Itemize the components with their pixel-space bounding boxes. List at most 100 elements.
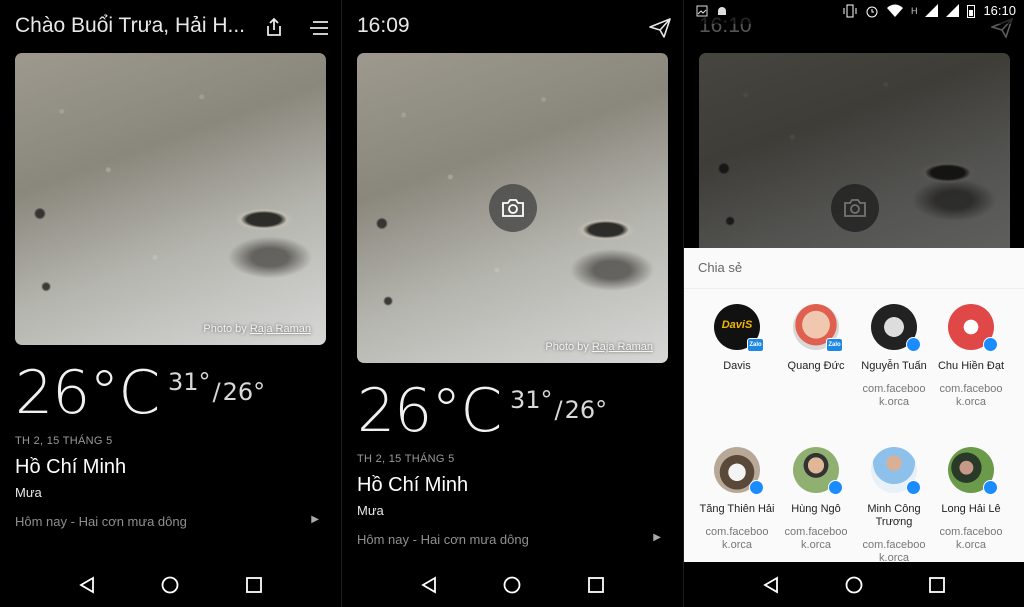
back-icon[interactable] [419, 575, 439, 595]
photo-author-link[interactable]: Raja Raman [592, 341, 653, 353]
forecast-text: Hôm nay - Hai cơn mưa dông [15, 514, 187, 529]
share-target-name: Chu Hiền Đạt [937, 360, 1005, 372]
share-target[interactable]: Hùng Ngô com.faceboo k.orca [774, 447, 858, 552]
camera-icon [501, 199, 524, 217]
share-target[interactable]: Zalo Quang Đức [774, 304, 858, 373]
recents-icon[interactable] [927, 575, 947, 595]
camera-icon [843, 199, 866, 217]
send-button[interactable] [647, 15, 673, 41]
photo-credit: Photo by Raja Raman [545, 341, 653, 353]
high-low-temperature: 31°/26° [168, 368, 265, 406]
status-time: 16:10 [983, 3, 1016, 18]
system-navbar [684, 562, 1024, 607]
forecast-row[interactable]: Hôm nay - Hai cơn mưa dông ▶ [357, 532, 668, 547]
sheet-divider [684, 288, 1024, 289]
chevron-right-icon: ▶ [653, 532, 661, 543]
recents-icon[interactable] [244, 575, 264, 595]
current-temperature: 26°C [357, 376, 502, 446]
gallery-icon [696, 5, 708, 17]
avatar [714, 447, 764, 495]
share-sheet-panel: 16:10 H 16:10 Chia sẻ DaviS Zalo Davis Z… [684, 0, 1024, 607]
home-icon[interactable] [844, 575, 864, 595]
share-target[interactable]: Minh Công Trương com.faceboo k.orca [852, 447, 936, 565]
share-target-package: com.faceboo k.orca [939, 526, 1003, 551]
current-temperature: 26°C [15, 358, 160, 428]
share-sheet-title: Chia sẻ [698, 260, 743, 275]
android-icon [718, 7, 726, 15]
messenger-badge-icon [906, 337, 921, 352]
low-temperature: 26° [564, 396, 608, 424]
city-name: Hồ Chí Minh [15, 456, 127, 478]
share-target[interactable]: Nguyễn Tuấn com.faceboo k.orca [852, 304, 936, 409]
date-label: TH 2, 15 THÁNG 5 [357, 453, 455, 465]
weather-condition: Mưa [357, 503, 384, 518]
share-target[interactable]: Chu Hiền Đạt com.faceboo k.orca [929, 304, 1013, 409]
forecast-row[interactable]: Hôm nay - Hai cơn mưa dông ▶ [15, 514, 326, 529]
photo-author-link[interactable]: Raja Raman [250, 323, 311, 335]
back-icon[interactable] [77, 575, 97, 595]
share-target[interactable]: DaviS Zalo Davis [695, 304, 779, 373]
recents-icon[interactable] [586, 575, 606, 595]
separator: / [212, 378, 221, 406]
camera-button[interactable] [488, 184, 537, 232]
messenger-badge-icon [983, 480, 998, 495]
system-navbar [342, 562, 683, 607]
share-target[interactable]: Tăng Thiên Hải com.faceboo k.orca [695, 447, 779, 552]
avatar-logo-text: DaviS [721, 319, 753, 331]
share-target-name: Tăng Thiên Hải [699, 503, 775, 515]
share-target-name: Hùng Ngô [791, 503, 841, 515]
share-button[interactable] [261, 14, 287, 40]
weather-photo [699, 53, 1010, 263]
camera-button [830, 184, 879, 232]
network-type: H [910, 5, 918, 16]
chevron-right-icon: ▶ [311, 514, 319, 525]
avatar: Zalo [793, 304, 843, 352]
avatar [871, 304, 921, 352]
home-icon[interactable] [502, 575, 522, 595]
weather-photo[interactable]: Photo by Raja Raman [357, 53, 668, 363]
battery-icon [967, 4, 976, 18]
high-temperature: 31° [168, 368, 211, 396]
messenger-badge-icon [828, 480, 843, 495]
photo-credit-prefix: Photo by [203, 323, 247, 335]
avatar [948, 304, 998, 352]
menu-button[interactable] [306, 15, 332, 41]
wifi-icon [886, 4, 903, 17]
share-icon [267, 17, 281, 36]
weather-panel-share: 16:09 Photo by Raja Raman 26°C 31°/26° T… [342, 0, 683, 607]
messenger-badge-icon [906, 480, 921, 495]
vibrate-icon [843, 4, 857, 17]
avatar [793, 447, 843, 495]
share-target-name: Long Hải Lê [941, 503, 1001, 515]
share-target[interactable]: Long Hải Lê com.faceboo k.orca [929, 447, 1013, 552]
city-name: Hồ Chí Minh [357, 474, 469, 496]
share-target-name: Nguyễn Tuấn [861, 360, 927, 372]
alarm-icon [866, 6, 878, 17]
share-target-name: Davis [723, 360, 751, 372]
status-bar: H 16:10 [684, 0, 1024, 24]
avatar: DaviS Zalo [714, 304, 764, 352]
zalo-badge-icon: Zalo [747, 338, 764, 352]
share-target-package: com.faceboo k.orca [862, 383, 926, 408]
messenger-badge-icon [749, 480, 764, 495]
system-navbar [0, 562, 341, 607]
signal-icon [925, 4, 939, 17]
share-target-package: com.faceboo k.orca [705, 526, 769, 551]
zalo-badge-icon: Zalo [826, 338, 843, 352]
avatar [948, 447, 998, 495]
home-icon[interactable] [160, 575, 180, 595]
greeting-title: Chào Buổi Trưa, Hải H... [15, 14, 245, 37]
share-target-name: Minh Công Trương [867, 503, 921, 528]
share-target-package: com.faceboo k.orca [784, 526, 848, 551]
back-icon[interactable] [761, 575, 781, 595]
weather-photo[interactable]: Photo by Raja Raman [15, 53, 326, 345]
high-low-temperature: 31°/26° [510, 386, 608, 424]
share-target-name: Quang Đức [787, 360, 845, 372]
weather-panel-home: Chào Buổi Trưa, Hải H... Photo by Raja R… [0, 0, 341, 607]
forecast-text: Hôm nay - Hai cơn mưa dông [357, 532, 529, 547]
time-title: 16:09 [357, 14, 410, 37]
share-target-package: com.faceboo k.orca [939, 383, 1003, 408]
messenger-badge-icon [983, 337, 998, 352]
date-label: TH 2, 15 THÁNG 5 [15, 435, 113, 447]
high-temperature: 31° [510, 386, 553, 414]
